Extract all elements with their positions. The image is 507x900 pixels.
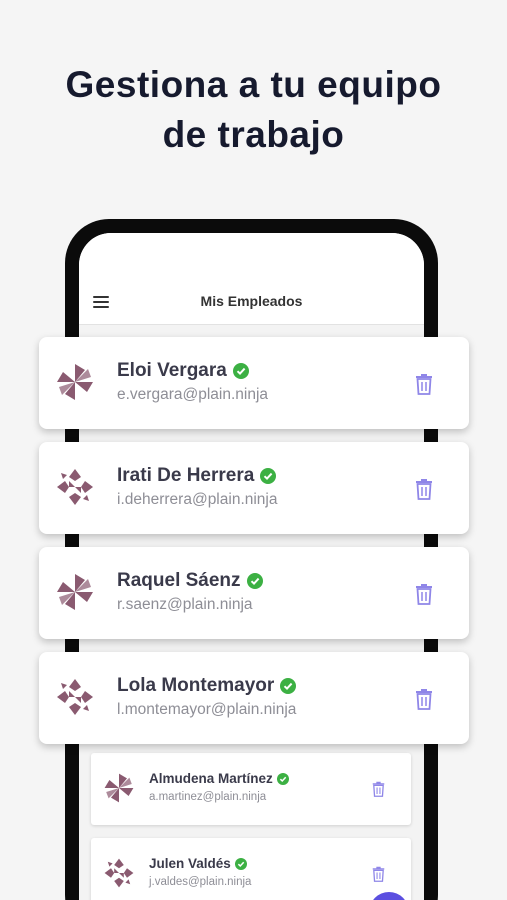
geometric-pattern-icon <box>104 858 134 888</box>
pinwheel-icon <box>104 773 134 803</box>
employee-email: j.valdes@plain.ninja <box>149 876 252 888</box>
app-bar: Mis Empleados <box>79 233 424 325</box>
employee-name-row: Lola Montemayor <box>117 675 297 697</box>
employee-card-4[interactable]: Lola Montemayor l.montemayor@plain.ninja <box>39 652 469 744</box>
trash-icon[interactable] <box>415 373 433 395</box>
page-headline: Gestiona a tu equipo de trabajo <box>0 60 507 160</box>
app-bar-title: Mis Empleados <box>200 293 303 309</box>
trash-icon[interactable] <box>415 478 433 500</box>
verified-check-icon <box>260 468 277 484</box>
verified-check-icon <box>232 363 249 379</box>
headline-line-1: Gestiona a tu equipo <box>65 64 442 105</box>
verified-check-icon <box>276 772 289 785</box>
employee-name: Raquel Sáenz <box>117 570 241 591</box>
trash-icon[interactable] <box>415 583 433 605</box>
geometric-pattern-icon <box>57 469 93 505</box>
employee-name: Irati De Herrera <box>117 465 255 486</box>
verified-check-icon <box>280 678 297 694</box>
employee-card-5[interactable]: Almudena Martínez a.martinez@plain.ninja <box>91 753 411 825</box>
employee-name-row: Julen Valdés <box>149 856 247 871</box>
employee-name: Julen Valdés <box>149 856 231 871</box>
pinwheel-icon <box>57 574 93 610</box>
employee-email: a.martinez@plain.ninja <box>149 791 267 803</box>
employee-card-3[interactable]: Raquel Sáenz r.saenz@plain.ninja <box>39 547 469 639</box>
employee-name: Lola Montemayor <box>117 675 275 696</box>
employee-card-2[interactable]: Irati De Herrera i.deherrera@plain.ninja <box>39 442 469 534</box>
employee-card-6[interactable]: Julen Valdés j.valdes@plain.ninja <box>91 838 411 900</box>
employee-name: Almudena Martínez <box>149 771 273 786</box>
employee-name: Eloi Vergara <box>117 360 227 381</box>
employee-name-row: Eloi Vergara <box>117 360 249 382</box>
employee-email: i.deherrera@plain.ninja <box>117 491 278 508</box>
headline-line-2: de trabajo <box>162 114 345 155</box>
employee-name-row: Irati De Herrera <box>117 465 277 487</box>
verified-check-icon <box>246 573 263 589</box>
employee-email: r.saenz@plain.ninja <box>117 596 253 613</box>
employee-card-1[interactable]: Eloi Vergara e.vergara@plain.ninja <box>39 337 469 429</box>
verified-check-icon <box>234 857 247 870</box>
trash-icon[interactable] <box>372 866 385 882</box>
employee-email: l.montemayor@plain.ninja <box>117 701 297 718</box>
employee-name-row: Almudena Martínez <box>149 771 289 786</box>
geometric-pattern-icon <box>57 679 93 715</box>
pinwheel-icon <box>57 364 93 400</box>
employee-name-row: Raquel Sáenz <box>117 570 263 592</box>
trash-icon[interactable] <box>372 781 385 797</box>
trash-icon[interactable] <box>415 688 433 710</box>
employee-email: e.vergara@plain.ninja <box>117 386 269 403</box>
